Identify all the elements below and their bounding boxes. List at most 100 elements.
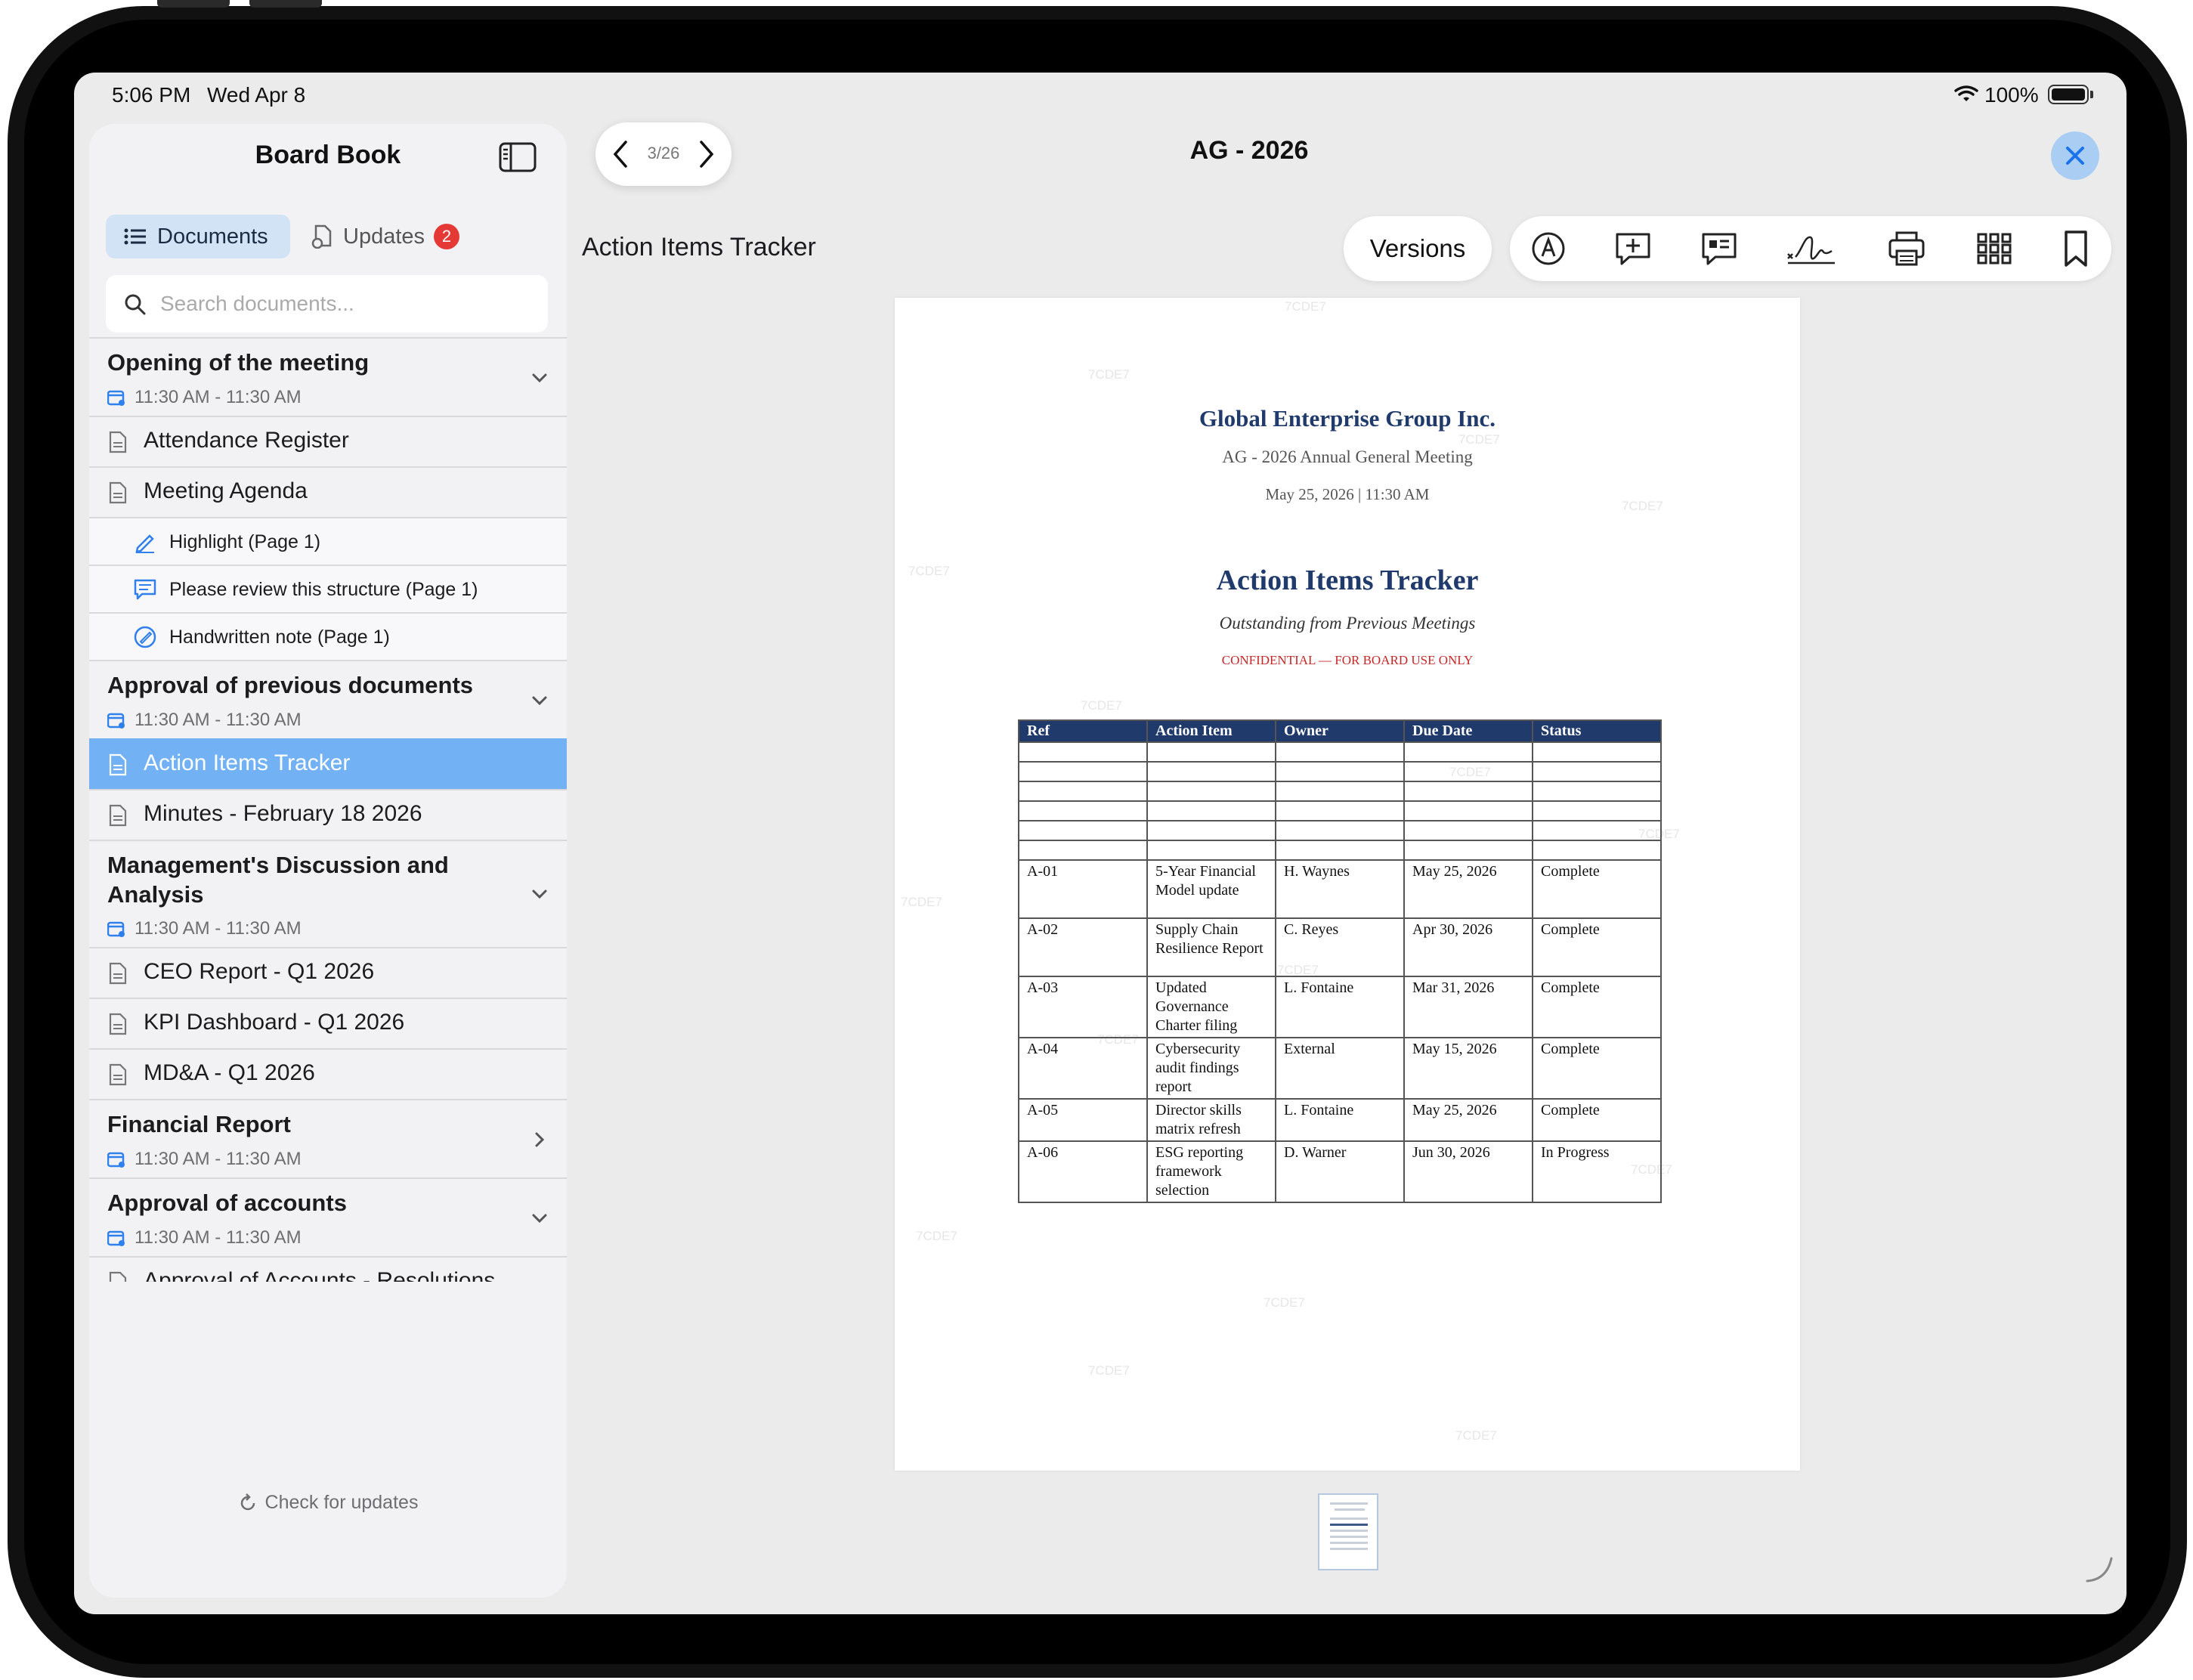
cell-due-date: Apr 30, 2026 (1403, 917, 1533, 977)
document-icon (109, 804, 127, 827)
versions-button[interactable]: Versions (1344, 216, 1492, 281)
bookmark-icon[interactable] (2055, 228, 2096, 269)
thumbnail-line (1330, 1518, 1368, 1520)
empty-row (1018, 741, 1662, 763)
cell-due-date: May 25, 2026 (1403, 1098, 1533, 1142)
calendar-icon (107, 1152, 125, 1168)
agenda-section[interactable]: Approval of previous documents 11:30 AM … (89, 660, 567, 738)
chevron-down-icon[interactable] (529, 690, 550, 711)
watermark: 7CDE7 (901, 895, 942, 909)
watermark: 7CDE7 (1088, 1363, 1130, 1378)
empty-row (1018, 800, 1662, 821)
cell-owner: H. Waynes (1275, 859, 1405, 919)
comments-list-icon[interactable] (1699, 228, 1740, 269)
section-title: Approval of accounts (107, 1190, 347, 1216)
page-thumbnail[interactable] (1318, 1493, 1378, 1570)
cell-status: Complete (1532, 859, 1662, 919)
refresh-icon (240, 1493, 255, 1510)
document-item-selected[interactable]: Action Items Tracker (89, 738, 567, 789)
list-icon (124, 228, 146, 245)
document-label: Meeting Agenda (144, 478, 308, 503)
section-time: 11:30 AM - 11:30 AM (107, 1149, 302, 1170)
column-header: Status (1532, 719, 1662, 743)
section-time-text: 11:30 AM - 11:30 AM (135, 918, 302, 939)
cell-owner: D. Warner (1275, 1140, 1405, 1203)
grid-icon[interactable] (1974, 228, 2015, 269)
annotation-item[interactable]: Please review this structure (Page 1) (89, 565, 567, 612)
cell-action-item: Supply Chain Resilience Report (1146, 917, 1276, 977)
document-label: Attendance Register (144, 428, 349, 453)
document-item[interactable]: CEO Report - Q1 2026 (89, 947, 567, 998)
agenda-section[interactable]: Financial Report 11:30 AM - 11:30 AM (89, 1099, 567, 1177)
agenda-section[interactable]: Approval of accounts 11:30 AM - 11:30 AM (89, 1177, 567, 1256)
document-item[interactable]: Approval of Accounts - Resolutions (89, 1256, 567, 1282)
add-comment-icon[interactable] (1613, 228, 1653, 269)
close-icon (2066, 147, 2084, 165)
sidebar: Board Book Documents Updates 2 Search do… (89, 124, 567, 1598)
cell-action-item: Cybersecurity audit findings report (1146, 1037, 1276, 1100)
signature-icon[interactable] (1785, 228, 1838, 269)
agenda-section[interactable]: Management's Discussion and Analysis 11:… (89, 840, 567, 947)
cell-status: Complete (1532, 917, 1662, 977)
tab-documents[interactable]: Documents (106, 215, 290, 258)
document-label: CEO Report - Q1 2026 (144, 959, 375, 984)
chevron-right-icon[interactable] (694, 139, 719, 169)
annotation-item[interactable]: Handwritten note (Page 1) (89, 612, 567, 660)
thumbnail-line (1330, 1536, 1368, 1538)
document-item[interactable]: Attendance Register (89, 416, 567, 466)
document-icon (109, 1013, 127, 1035)
watermark: 7CDE7 (1081, 698, 1122, 713)
calendar-icon (107, 1230, 125, 1246)
watermark: 7CDE7 (1264, 1295, 1305, 1310)
calendar-icon (107, 390, 125, 406)
annotation-item[interactable]: Highlight (Page 1) (89, 517, 567, 565)
section-title: Opening of the meeting (107, 349, 370, 376)
cell-status: Complete (1532, 1098, 1662, 1142)
meeting-title: AG - 2026 (1189, 136, 1309, 165)
close-button[interactable] (2051, 131, 2099, 180)
section-title: Management's Discussion and Analysis (107, 852, 449, 908)
calendar-icon (107, 921, 125, 937)
chevron-down-icon[interactable] (529, 883, 550, 905)
document-item[interactable]: Meeting Agenda (89, 466, 567, 517)
search-input[interactable] (159, 286, 529, 322)
cell-status: Complete (1532, 1037, 1662, 1100)
table-row: A-01 5-Year Financial Model update H. Wa… (1018, 859, 1662, 919)
cell-due-date: May 15, 2026 (1403, 1037, 1533, 1100)
column-header: Action Item (1146, 719, 1276, 743)
document-item[interactable]: MD&A - Q1 2026 (89, 1048, 567, 1099)
page-navigator: 3/26 (595, 122, 732, 186)
updates-badge: 2 (434, 224, 460, 249)
search-bar (106, 275, 548, 333)
thumbnail-line (1335, 1508, 1365, 1511)
thumbnail-line (1330, 1530, 1368, 1532)
empty-row (1018, 840, 1662, 861)
annotation-toolbar (1510, 216, 2111, 281)
chevron-down-icon[interactable] (529, 367, 550, 388)
watermark: 7CDE7 (1458, 432, 1500, 447)
document-item[interactable]: KPI Dashboard - Q1 2026 (89, 998, 567, 1048)
tab-updates[interactable]: Updates 2 (308, 215, 482, 258)
chevron-right-icon[interactable] (529, 1129, 550, 1150)
document-icon (109, 753, 127, 776)
markup-icon[interactable] (1528, 228, 1569, 269)
pen-note-icon (134, 626, 156, 648)
table-row: A-03 Updated Governance Charter filing L… (1018, 976, 1662, 1038)
thumbnail-line (1330, 1502, 1368, 1505)
section-title: Financial Report (107, 1111, 291, 1137)
document-icon (109, 481, 127, 504)
annotation-label: Please review this structure (Page 1) (169, 579, 478, 600)
battery-percent: 100% (1984, 83, 2039, 107)
agenda-list: Opening of the meeting 11:30 AM - 11:30 … (89, 337, 567, 1282)
section-time: 11:30 AM - 11:30 AM (107, 1227, 302, 1248)
sidebar-toggle-icon[interactable] (499, 142, 537, 172)
agenda-section[interactable]: Opening of the meeting 11:30 AM - 11:30 … (89, 337, 567, 416)
document-item[interactable]: Minutes - February 18 2026 (89, 789, 567, 840)
company-name: Global Enterprise Group Inc. (1199, 405, 1496, 432)
print-icon[interactable] (1886, 228, 1927, 269)
document-icon (109, 431, 127, 453)
table-row: A-04 Cybersecurity audit findings report… (1018, 1037, 1662, 1100)
page-subheading: Outstanding from Previous Meetings (1219, 614, 1476, 633)
chevron-down-icon[interactable] (529, 1208, 550, 1229)
check-for-updates-button[interactable]: Check for updates (89, 1492, 567, 1514)
